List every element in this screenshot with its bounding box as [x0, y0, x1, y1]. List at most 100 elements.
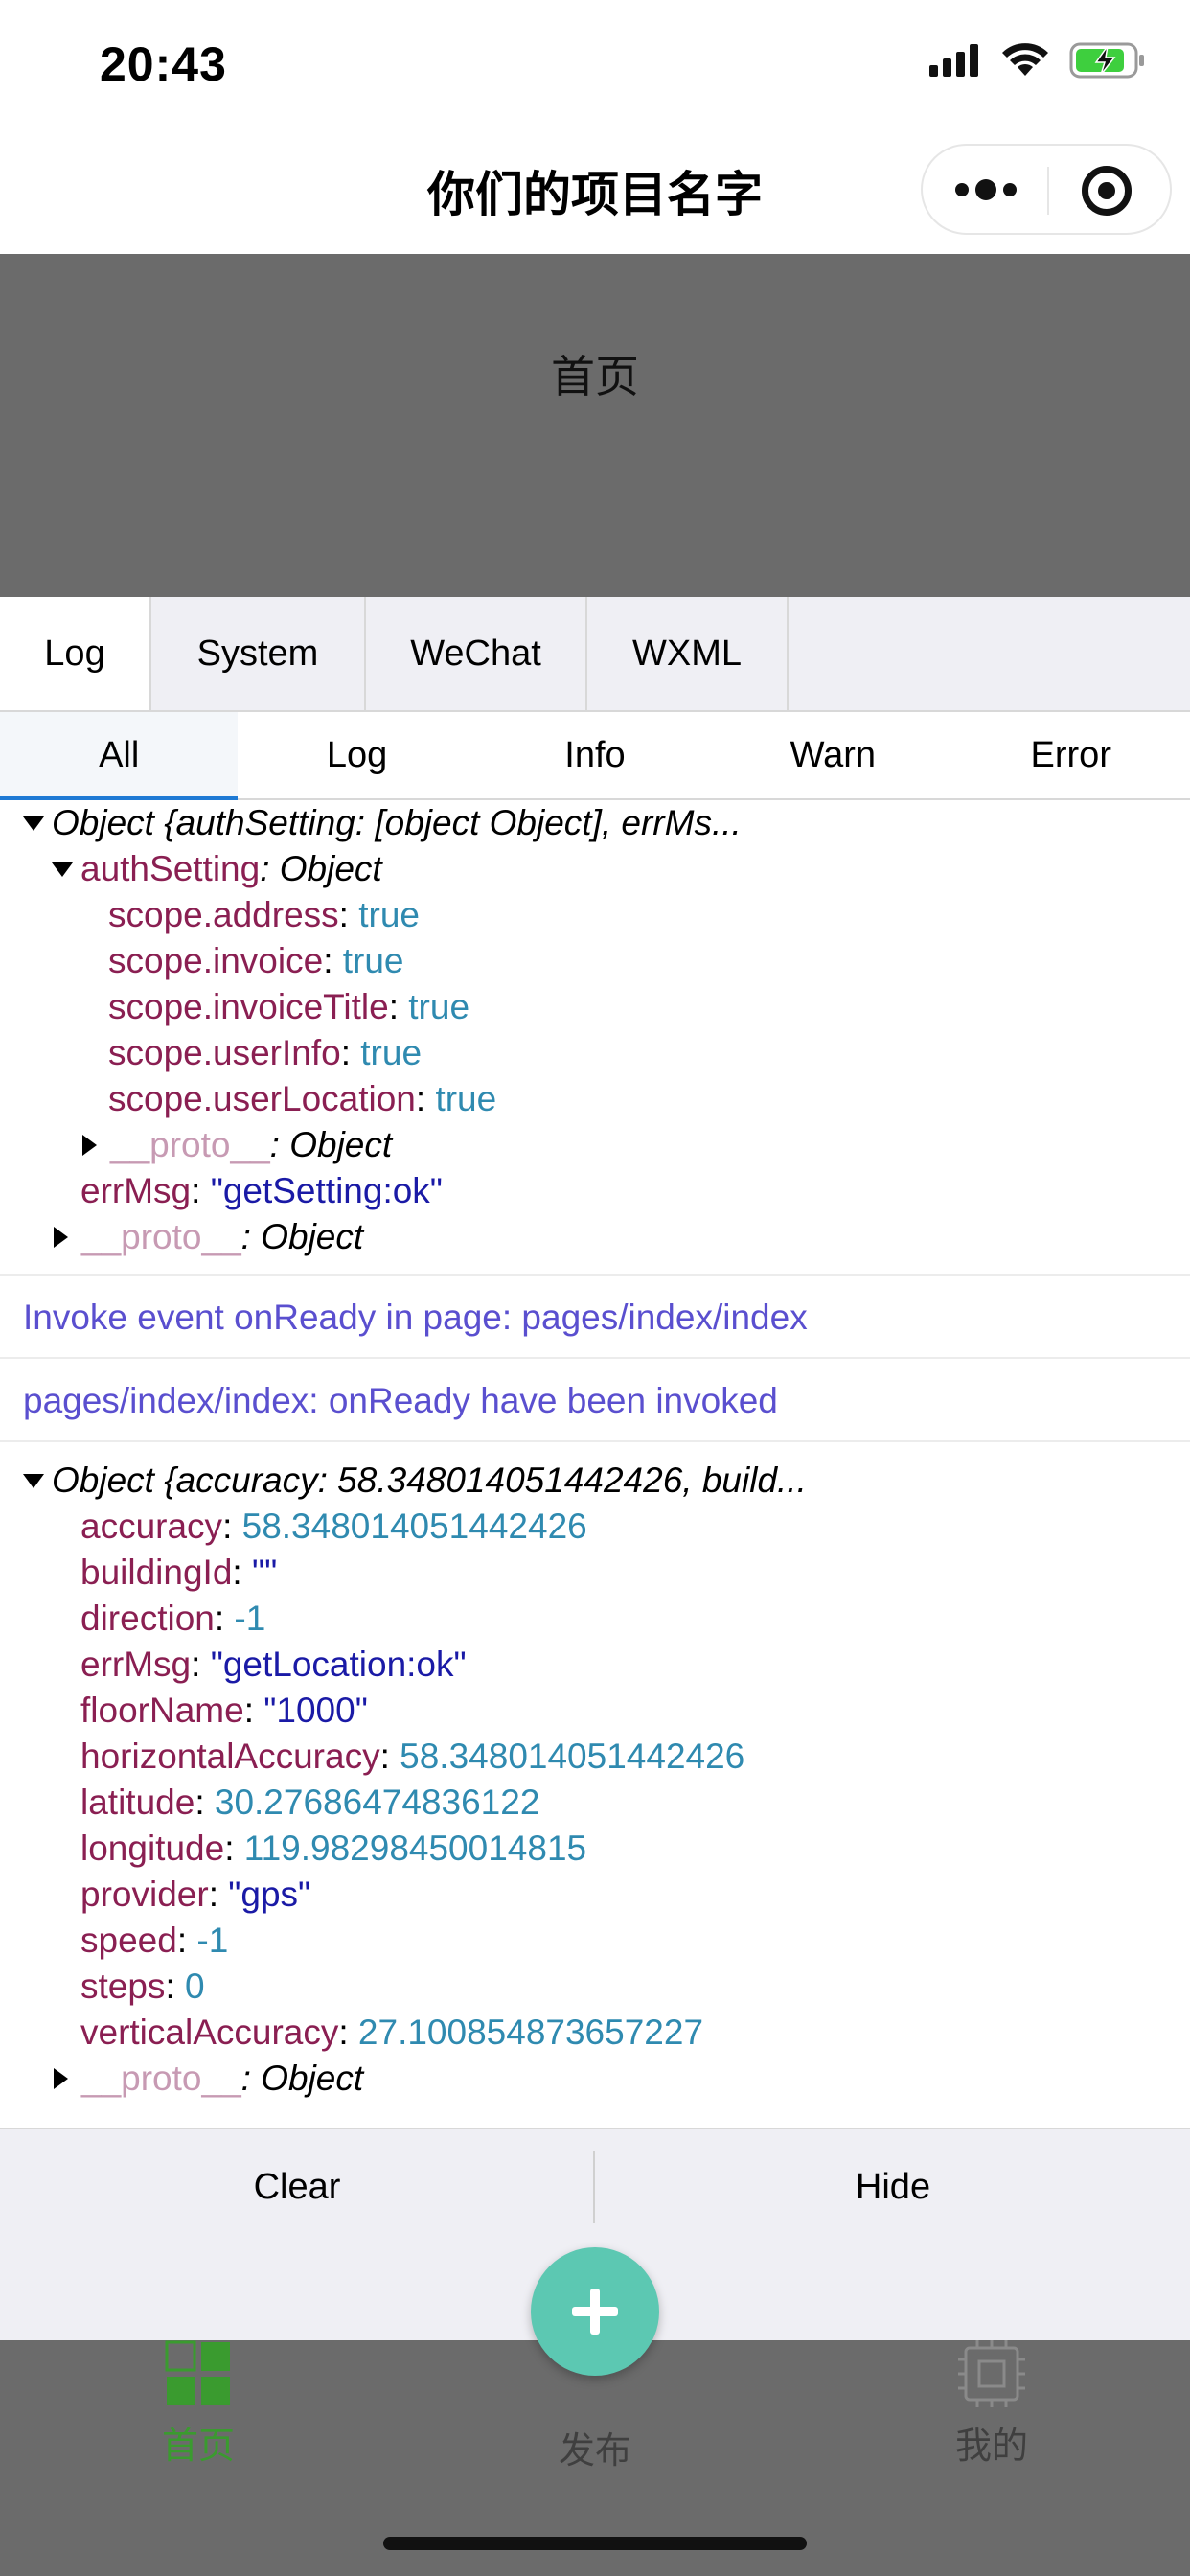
proto-row[interactable]: __proto__: Object: [0, 1214, 1190, 1260]
filter-info[interactable]: Info: [476, 712, 714, 798]
property-key: verticalAccuracy: [80, 2012, 339, 2052]
mini-program-capsule: [921, 144, 1172, 235]
location-fields: accuracy: 58.348014051442426 buildingId: …: [0, 1504, 1190, 2056]
property-key: speed: [80, 1920, 177, 1960]
property-key: steps: [80, 1966, 166, 2006]
property-value: "gps": [228, 1874, 311, 1914]
tab-item-home[interactable]: 首页: [55, 2340, 342, 2469]
object-summary-row[interactable]: Object {authSetting: [object Object], er…: [0, 800, 1190, 846]
property-key: accuracy: [80, 1506, 223, 1546]
collapsed-triangle-icon: [54, 2068, 68, 2090]
property-key: errMsg: [80, 1644, 192, 1684]
property-key: longitude: [80, 1828, 225, 1868]
log-filter-tabs: All Log Info Warn Error: [0, 712, 1190, 800]
filter-log[interactable]: Log: [238, 712, 475, 798]
proto-key: __proto__: [110, 1125, 270, 1164]
hide-button[interactable]: Hide: [596, 2129, 1190, 2244]
signal-icon: [929, 44, 978, 77]
location-field-row: accuracy: 58.348014051442426: [80, 1506, 587, 1546]
close-target-icon[interactable]: [1082, 166, 1132, 216]
property-value: "1000": [263, 1690, 368, 1730]
scope-row: scope.address: true: [108, 895, 420, 934]
errmsg-row: errMsg: "getSetting:ok": [80, 1171, 443, 1210]
property-key: latitude: [80, 1782, 195, 1822]
property-key: scope.userLocation: [108, 1079, 416, 1118]
filter-all[interactable]: All: [0, 712, 239, 800]
location-field-row: errMsg: "getLocation:ok": [80, 1644, 467, 1684]
tab-system[interactable]: System: [151, 597, 366, 710]
page-heading: 首页: [551, 351, 639, 402]
location-field-row: floorName: "1000": [80, 1690, 368, 1730]
capsule-divider: [1047, 167, 1049, 215]
property-key: scope.address: [108, 895, 339, 934]
tab-label-publish: 发布: [558, 2429, 631, 2472]
scope-row: scope.invoice: true: [108, 941, 404, 980]
object-summary-row[interactable]: Object {accuracy: 58.348014051442426, bu…: [0, 1458, 1190, 1504]
console-log-list: Object {authSetting: [object Object], er…: [0, 800, 1190, 2128]
property-value: true: [342, 941, 404, 980]
tab-log[interactable]: Log: [0, 597, 151, 710]
log-entry-location: Object {accuracy: 58.348014051442426, bu…: [0, 1442, 1190, 2102]
property-value: -1: [234, 1598, 266, 1638]
property-key: scope.invoiceTitle: [108, 987, 389, 1026]
property-value: "getLocation:ok": [210, 1644, 467, 1684]
proto-type: : Object: [269, 1125, 393, 1164]
property-type: : Object: [260, 849, 382, 888]
clear-button[interactable]: Clear: [0, 2129, 594, 2244]
page-content: 首页: [0, 254, 1190, 597]
object-summary: Object {accuracy: 58.348014051442426, bu…: [52, 1460, 807, 1500]
filter-error[interactable]: Error: [952, 712, 1190, 798]
tab-item-mine[interactable]: 我的: [848, 2340, 1135, 2469]
tab-wechat[interactable]: WeChat: [366, 597, 587, 710]
property-value: true: [358, 895, 420, 934]
chip-icon: [958, 2340, 1025, 2407]
scope-row: scope.userLocation: true: [108, 1079, 497, 1118]
expanded-triangle-icon: [52, 862, 73, 877]
property-key: buildingId: [80, 1552, 233, 1592]
property-value: 27.100854873657227: [357, 2012, 704, 2052]
scope-row: scope.invoiceTitle: true: [108, 987, 470, 1026]
property-value: "": [251, 1552, 278, 1592]
scope-list: scope.address: true scope.invoice: true sc…: [0, 892, 1190, 1122]
wifi-icon: [1002, 43, 1048, 76]
log-info-line: pages/index/index: onReady have been inv…: [0, 1359, 1190, 1442]
expanded-triangle-icon: [23, 816, 44, 831]
location-field-row: steps: 0: [80, 1966, 205, 2006]
action-divider: [593, 2150, 595, 2223]
property-value: "getSetting:ok": [210, 1171, 443, 1210]
inner-proto-row[interactable]: __proto__: Object: [0, 1122, 1190, 1168]
auth-setting-row[interactable]: authSetting: Object: [0, 846, 1190, 892]
grid-icon: [165, 2340, 230, 2405]
object-summary: Object {authSetting: [object Object], er…: [52, 803, 742, 842]
tab-label-mine: 我的: [954, 2425, 1028, 2467]
publish-fab-button[interactable]: [531, 2247, 659, 2376]
status-icons: [929, 42, 1146, 79]
property-value: 119.98298450014815: [243, 1828, 587, 1868]
more-icon[interactable]: [955, 172, 1017, 207]
property-value: true: [360, 1033, 423, 1072]
property-value: 0: [185, 1966, 205, 2006]
proto-type: : Object: [240, 2058, 364, 2098]
log-entry-auth-setting: Object {authSetting: [object Object], er…: [0, 800, 1190, 1276]
filter-warn[interactable]: Warn: [714, 712, 951, 798]
property-value: true: [435, 1079, 497, 1118]
expanded-triangle-icon: [23, 1473, 44, 1488]
location-field-row: horizontalAccuracy: 58.348014051442426: [80, 1736, 745, 1776]
property-value: true: [408, 987, 470, 1026]
console-tabs: Log System WeChat WXML: [0, 597, 1190, 712]
location-field-row: speed: -1: [80, 1920, 229, 1960]
location-field-row: provider: "gps": [80, 1874, 311, 1914]
nav-bar: 你们的项目名字: [0, 129, 1190, 254]
proto-row[interactable]: __proto__: Object: [0, 2056, 1190, 2102]
plus-icon: [572, 2288, 618, 2334]
battery-charging-icon: [1069, 42, 1144, 79]
property-key: scope.userInfo: [108, 1033, 341, 1072]
location-field-row: direction: -1: [80, 1598, 266, 1638]
status-time: 20:43: [100, 37, 227, 91]
property-key: errMsg: [80, 1171, 192, 1210]
property-value: 58.348014051442426: [241, 1506, 587, 1546]
location-field-row: longitude: 119.98298450014815: [80, 1828, 587, 1868]
property-value: 58.348014051442426: [400, 1736, 745, 1776]
property-key: provider: [80, 1874, 209, 1914]
tab-wxml[interactable]: WXML: [587, 597, 789, 710]
